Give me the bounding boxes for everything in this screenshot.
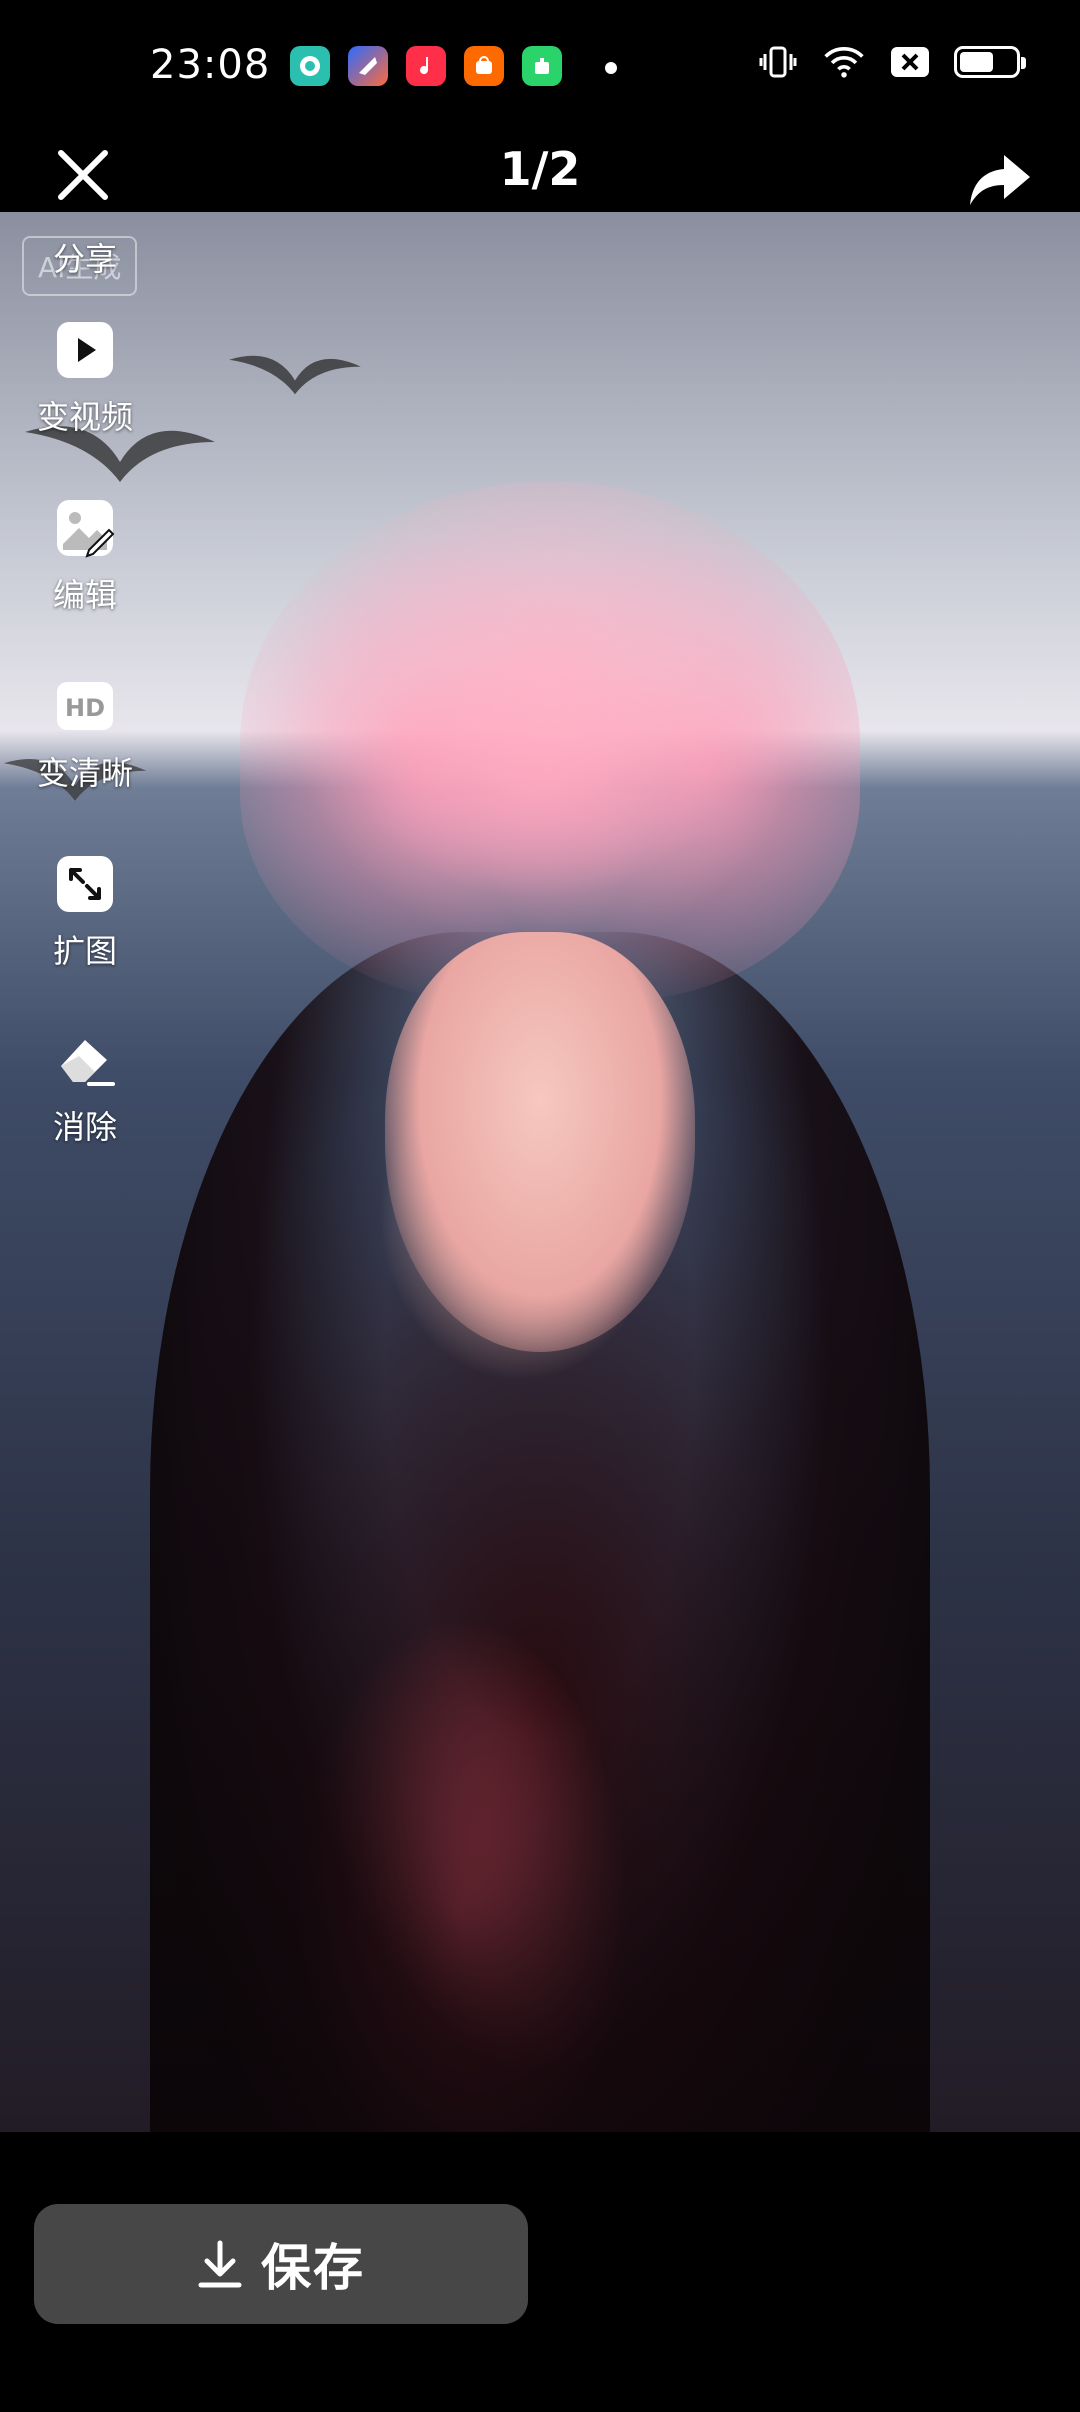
image-face (385, 932, 695, 1352)
erase-label: 消除 (52, 1108, 117, 1146)
bird-shape (229, 355, 361, 395)
edit-label: 编辑 (52, 576, 117, 614)
hd-icon: HD (55, 676, 115, 736)
shopping-icon (464, 46, 504, 86)
enhance-tool[interactable]: HD 变清晰 (0, 676, 170, 794)
store-icon (522, 46, 562, 86)
share-tool[interactable]: 分享 (0, 222, 170, 280)
battery-level (960, 52, 993, 72)
edit-image-icon (55, 498, 115, 558)
page-counter: 1/2 (499, 142, 581, 196)
sim-off-icon (888, 44, 932, 80)
status-time: 23:08 (150, 42, 271, 88)
share-icon (970, 155, 1030, 205)
image-headpiece (240, 482, 860, 1002)
to-video-tool[interactable]: 变视频 (0, 320, 170, 438)
music-icon (406, 46, 446, 86)
expand-label: 扩图 (52, 932, 117, 970)
erase-tool[interactable]: 消除 (0, 1030, 170, 1148)
download-icon (198, 2240, 242, 2288)
share-button[interactable] (960, 138, 1040, 220)
messenger-icon (290, 46, 330, 86)
to-video-label: 变视频 (36, 398, 133, 436)
system-icons (756, 44, 1026, 80)
more-notifications-dot (605, 62, 617, 74)
save-button[interactable]: 保存 (34, 2204, 528, 2324)
status-bar: 23:08 (0, 0, 1080, 130)
notification-icons (290, 46, 562, 86)
video-icon (55, 320, 115, 380)
edit-tool[interactable]: 编辑 (0, 498, 170, 616)
hd-icon-text: HD (65, 694, 105, 722)
wifi-icon (822, 44, 866, 80)
expand-tool[interactable]: 扩图 (0, 854, 170, 972)
expand-icon (55, 854, 115, 914)
battery-icon (954, 46, 1026, 78)
shortcut-icon (348, 46, 388, 86)
save-label: 保存 (261, 2239, 365, 2297)
vibrate-icon (756, 44, 800, 80)
share-label: 分享 (52, 240, 117, 278)
enhance-label: 变清晰 (36, 754, 133, 792)
eraser-icon (55, 1030, 115, 1090)
